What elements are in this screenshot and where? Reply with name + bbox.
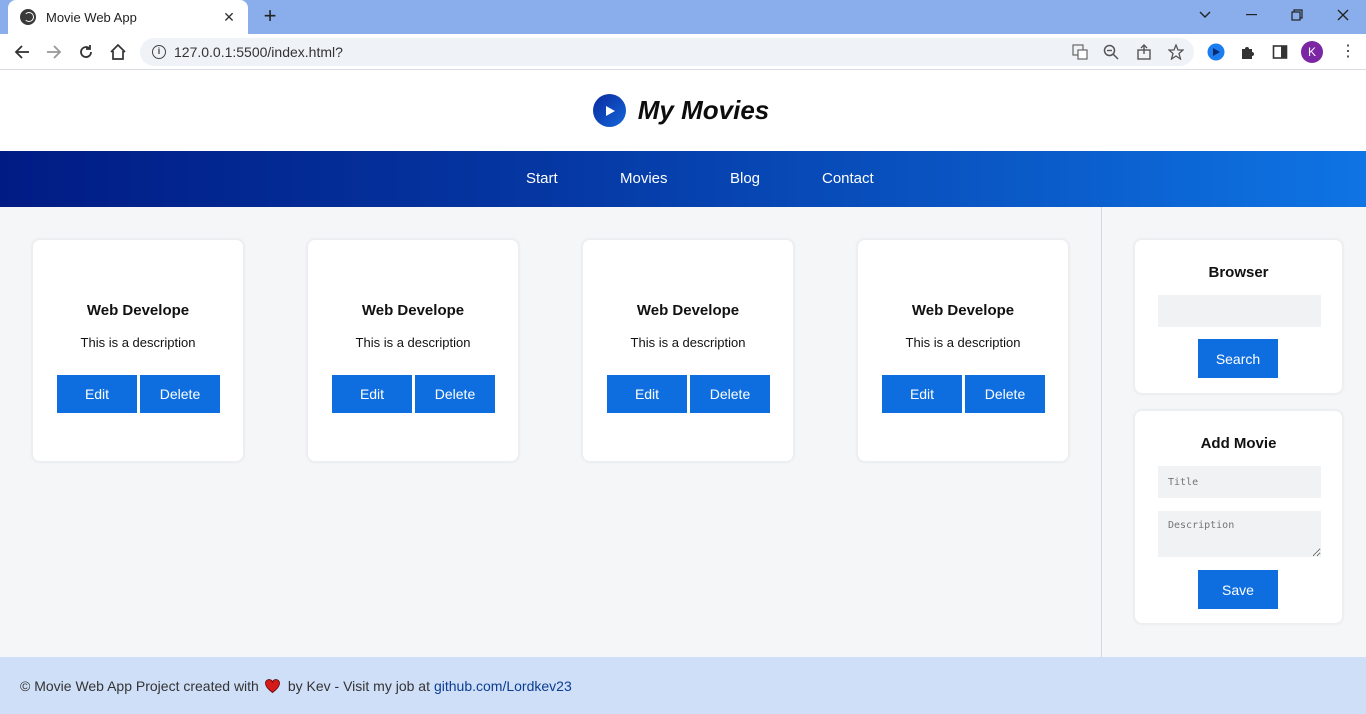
close-window-icon[interactable]: [1320, 0, 1366, 30]
extensions-puzzle-icon[interactable]: [1238, 42, 1258, 62]
movie-card-description: This is a description: [905, 335, 1021, 350]
main-nav: Start Movies Blog Contact: [0, 151, 1366, 207]
address-bar[interactable]: i 127.0.0.1:5500/index.html?: [140, 38, 1194, 66]
nav-link-blog[interactable]: Blog: [730, 151, 760, 207]
browser-tab[interactable]: Movie Web App ✕: [8, 0, 248, 34]
tab-close-icon[interactable]: ✕: [220, 9, 238, 26]
sidebar-divider: [1101, 207, 1102, 657]
tab-search-icon[interactable]: [1182, 0, 1228, 30]
delete-button[interactable]: Delete: [415, 375, 495, 413]
movie-card-description: This is a description: [355, 335, 471, 350]
browser-tab-strip: Movie Web App ✕ +: [0, 0, 1366, 34]
tab-title: Movie Web App: [46, 9, 137, 25]
delete-button[interactable]: Delete: [690, 375, 770, 413]
browser-panel: Browser Search: [1134, 239, 1343, 394]
title-field[interactable]: [1158, 466, 1321, 498]
browser-menu-icon[interactable]: ⋮: [1340, 42, 1356, 62]
site-footer: © Movie Web App Project created with by …: [0, 657, 1366, 714]
site-info-icon[interactable]: i: [152, 45, 166, 59]
extension-play-icon[interactable]: [1206, 42, 1226, 62]
heart-icon: [264, 678, 280, 693]
nav-link-movies[interactable]: Movies: [620, 151, 668, 207]
share-icon[interactable]: [1133, 41, 1155, 63]
site-title: My Movies: [637, 95, 770, 125]
profile-avatar[interactable]: K: [1301, 41, 1323, 63]
movie-card: Web Develope This is a description Edit …: [32, 239, 244, 462]
edit-button[interactable]: Edit: [607, 375, 687, 413]
nav-link-contact[interactable]: Contact: [822, 151, 874, 207]
edit-button[interactable]: Edit: [882, 375, 962, 413]
edit-button[interactable]: Edit: [332, 375, 412, 413]
site-header: My Movies: [0, 70, 1366, 151]
description-field[interactable]: [1158, 511, 1321, 557]
side-panel-icon[interactable]: [1270, 42, 1290, 62]
github-link[interactable]: github.com/Lordkev23: [434, 678, 572, 694]
footer-text: © Movie Web App Project created with: [20, 677, 259, 694]
delete-button[interactable]: Delete: [965, 375, 1045, 413]
browser-toolbar: i 127.0.0.1:5500/index.html? K ⋮: [0, 34, 1366, 70]
bookmark-star-icon[interactable]: [1165, 41, 1187, 63]
home-icon[interactable]: [105, 39, 131, 65]
movie-card: Web Develope This is a description Edit …: [307, 239, 519, 462]
search-button[interactable]: Search: [1198, 339, 1278, 378]
movie-card-description: This is a description: [80, 335, 196, 350]
add-movie-heading: Add Movie: [1200, 435, 1277, 452]
restore-icon[interactable]: [1274, 0, 1320, 30]
footer-text-after: by Kev - Visit my job at: [287, 677, 430, 694]
minimize-icon[interactable]: [1228, 0, 1274, 30]
add-movie-panel: Add Movie Save: [1134, 410, 1343, 624]
movie-card-title: Web Develope: [636, 302, 740, 319]
play-logo-icon: [592, 94, 626, 127]
search-input[interactable]: [1158, 295, 1321, 327]
movie-card: Web Develope This is a description Edit …: [857, 239, 1069, 462]
edit-button[interactable]: Edit: [57, 375, 137, 413]
save-button[interactable]: Save: [1198, 570, 1278, 609]
reload-icon[interactable]: [73, 39, 99, 65]
globe-icon: [20, 9, 36, 25]
new-tab-button[interactable]: +: [258, 4, 282, 28]
back-icon[interactable]: [9, 39, 35, 65]
delete-button[interactable]: Delete: [140, 375, 220, 413]
browser-heading: Browser: [1208, 264, 1269, 281]
nav-link-start[interactable]: Start: [526, 151, 558, 207]
zoom-out-icon[interactable]: [1100, 41, 1122, 63]
movie-card-title: Web Develope: [361, 302, 465, 319]
url-text[interactable]: 127.0.0.1:5500/index.html?: [174, 44, 343, 60]
movie-card-description: This is a description: [630, 335, 746, 350]
forward-icon[interactable]: [41, 39, 67, 65]
movie-card: Web Develope This is a description Edit …: [582, 239, 794, 462]
movie-card-title: Web Develope: [911, 302, 1015, 319]
movie-card-title: Web Develope: [86, 302, 190, 319]
translate-icon[interactable]: [1069, 41, 1091, 63]
